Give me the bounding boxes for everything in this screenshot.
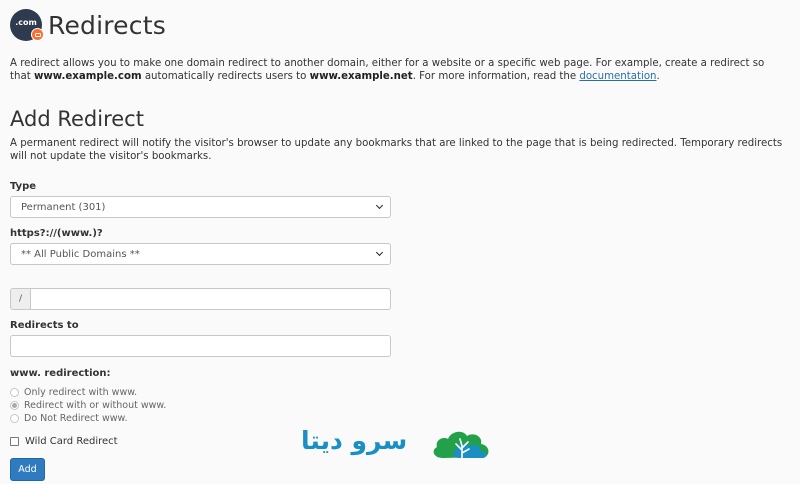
path-prefix: / [10,288,31,310]
add-redirect-title: Add Redirect [10,107,144,131]
intro-text: A redirect allows you to make one domain… [10,57,785,83]
chevron-down-icon [372,200,386,214]
wildcard-checkbox[interactable] [10,437,19,446]
redirect-badge-icon [31,28,44,41]
www-redirection-label: www. redirection: [10,368,111,379]
watermark: سرو دیتا [297,424,502,464]
wildcard-label: Wild Card Redirect [25,436,118,447]
example-net: www.example.net [309,71,413,82]
intro-text-part: automatically redirects users to [141,71,310,82]
domain-label: https?://(www.)? [10,228,103,239]
radio-button[interactable] [10,414,19,423]
app-icon-label: .com [15,17,37,27]
example-com: www.example.com [33,71,142,82]
intro-text-part: . [656,71,660,82]
domain-select[interactable]: ** All Public Domains ** [10,243,391,265]
type-label: Type [10,181,37,192]
radio-only-www[interactable]: Only redirect with www. [10,387,137,398]
intro-text-part: . For more information, read the [412,71,580,82]
path-input[interactable] [31,288,391,310]
type-select[interactable]: Permanent (301) [10,196,391,218]
redirects-to-input[interactable] [10,335,391,357]
wildcard-redirect[interactable]: Wild Card Redirect [10,436,118,447]
chevron-down-icon [372,247,386,261]
redirects-app-icon: .com [10,9,44,41]
tree-logo-icon [433,431,489,459]
radio-label: Only redirect with www. [24,387,138,398]
watermark-text: سرو دیتا [301,426,408,455]
add-button[interactable]: Add [10,458,45,481]
radio-button[interactable] [10,401,19,410]
radio-label: Redirect with or without www. [24,400,167,411]
radio-label: Do Not Redirect www. [24,413,128,424]
radio-do-not-redirect-www[interactable]: Do Not Redirect www. [10,413,127,424]
path-input-group: / [10,288,391,310]
page-header: .com Redirects [10,8,166,42]
radio-button[interactable] [10,388,19,397]
domain-select-value: ** All Public Domains ** [21,248,140,260]
type-select-value: Permanent (301) [21,201,106,213]
page-title: Redirects [48,10,166,40]
add-redirect-description: A permanent redirect will notify the vis… [10,138,783,162]
radio-with-or-without-www[interactable]: Redirect with or without www. [10,400,166,411]
redirects-to-label: Redirects to [10,320,79,331]
documentation-link[interactable]: documentation [579,71,656,82]
redirects-page: .com Redirects A redirect allows you to … [10,0,790,484]
